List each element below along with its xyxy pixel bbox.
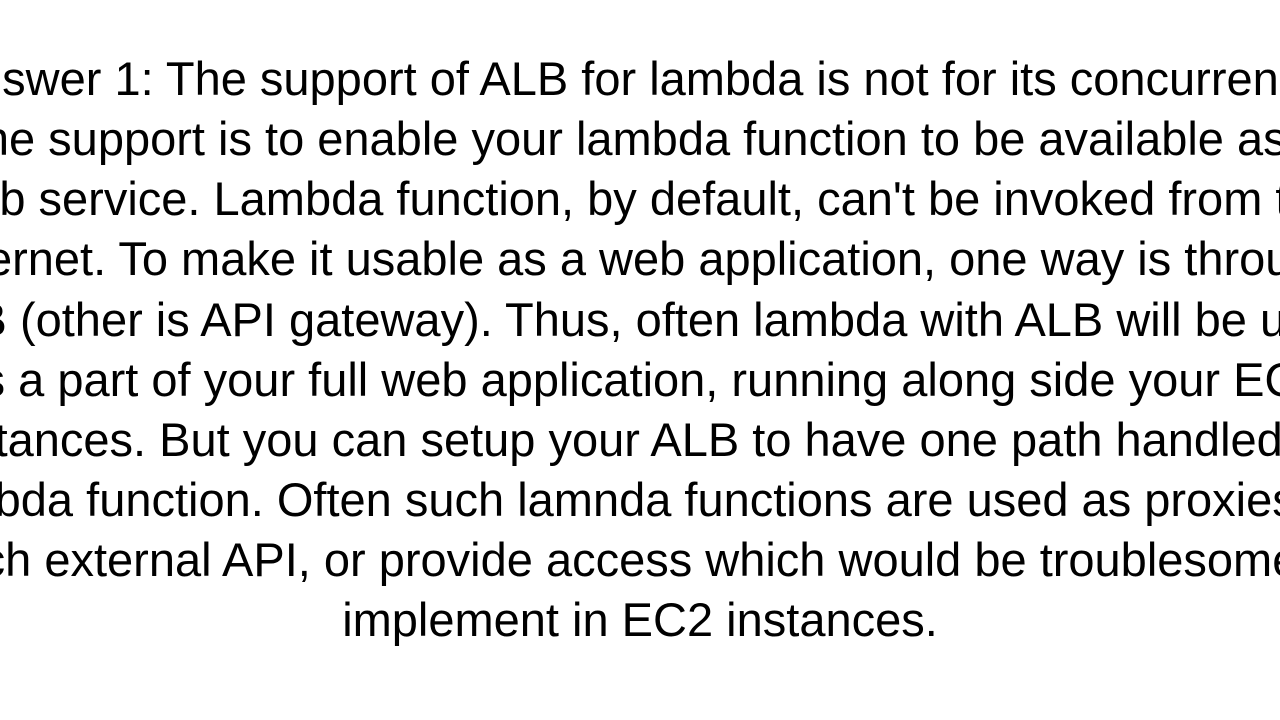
answer-1-text: Answer 1: The support of ALB for lambda … xyxy=(0,49,1280,651)
document-viewport: Answer 1: The support of ALB for lambda … xyxy=(0,0,1280,720)
